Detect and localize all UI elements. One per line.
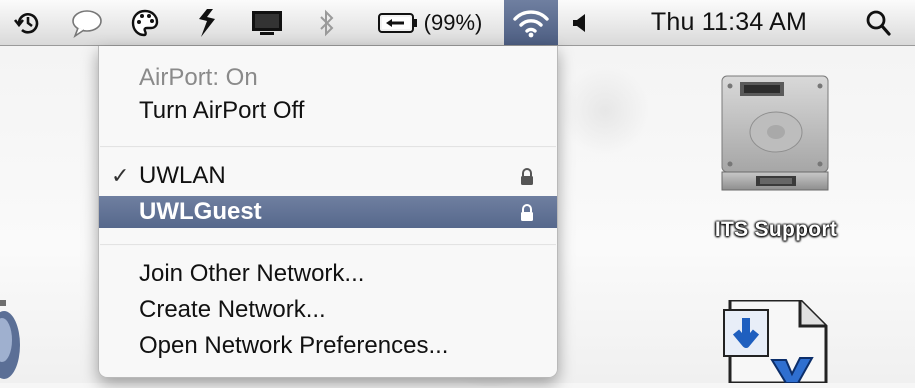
lock-icon bbox=[519, 202, 535, 230]
volume-icon[interactable] bbox=[566, 0, 594, 45]
turn-airport-off-item[interactable]: Turn AirPort Off bbox=[99, 95, 557, 127]
network-name: UWLAN bbox=[139, 162, 226, 189]
open-network-preferences-label: Open Network Preferences... bbox=[139, 332, 449, 359]
battery-status[interactable]: (99%) bbox=[368, 0, 492, 45]
create-network-item[interactable]: Create Network... bbox=[99, 294, 557, 326]
installer-package-icon[interactable] bbox=[716, 298, 836, 388]
airport-menu: AirPort: On Turn AirPort Off ✓ UWLAN UWL… bbox=[98, 46, 558, 378]
time-machine-icon[interactable] bbox=[8, 0, 48, 45]
create-network-label: Create Network... bbox=[139, 296, 326, 323]
network-item-uwlan[interactable]: ✓ UWLAN bbox=[99, 160, 557, 192]
network-item-uwlguest[interactable]: UWLGuest bbox=[99, 196, 557, 228]
join-other-network-label: Join Other Network... bbox=[139, 260, 365, 287]
script-icon[interactable] bbox=[186, 0, 226, 45]
open-network-preferences-item[interactable]: Open Network Preferences... bbox=[99, 330, 557, 362]
bluetooth-icon[interactable] bbox=[312, 0, 342, 45]
desktop-wallpaper-blob bbox=[560, 66, 650, 156]
join-other-network-item[interactable]: Join Other Network... bbox=[99, 258, 557, 290]
menu-separator bbox=[100, 244, 556, 246]
network-name: UWLGuest bbox=[139, 198, 262, 225]
ichat-bubble-icon[interactable] bbox=[66, 0, 108, 45]
lock-icon bbox=[519, 166, 535, 194]
battery-icon bbox=[377, 12, 417, 33]
palette-icon[interactable] bbox=[124, 0, 166, 45]
clock-text: Thu 11:34 AM bbox=[650, 8, 808, 36]
display-icon[interactable] bbox=[246, 0, 288, 45]
menu-separator bbox=[100, 146, 556, 148]
hard-drive-icon[interactable] bbox=[716, 72, 834, 199]
desktop-icon-label[interactable]: ITS Support bbox=[686, 218, 866, 242]
clock[interactable]: Thu 11:34 AM bbox=[622, 0, 836, 45]
menu-bar: (99%) Thu 11:34 AM bbox=[0, 0, 915, 46]
spotlight-icon[interactable] bbox=[858, 0, 898, 45]
battery-percentage: (99%) bbox=[423, 9, 483, 35]
airport-status-label: AirPort: On bbox=[139, 64, 258, 91]
airport-status: AirPort: On bbox=[99, 62, 557, 94]
turn-airport-off-label: Turn AirPort Off bbox=[139, 97, 305, 124]
partial-desktop-icon[interactable] bbox=[0, 300, 30, 388]
wifi-icon[interactable] bbox=[504, 0, 558, 45]
checkmark-icon: ✓ bbox=[111, 163, 130, 188]
